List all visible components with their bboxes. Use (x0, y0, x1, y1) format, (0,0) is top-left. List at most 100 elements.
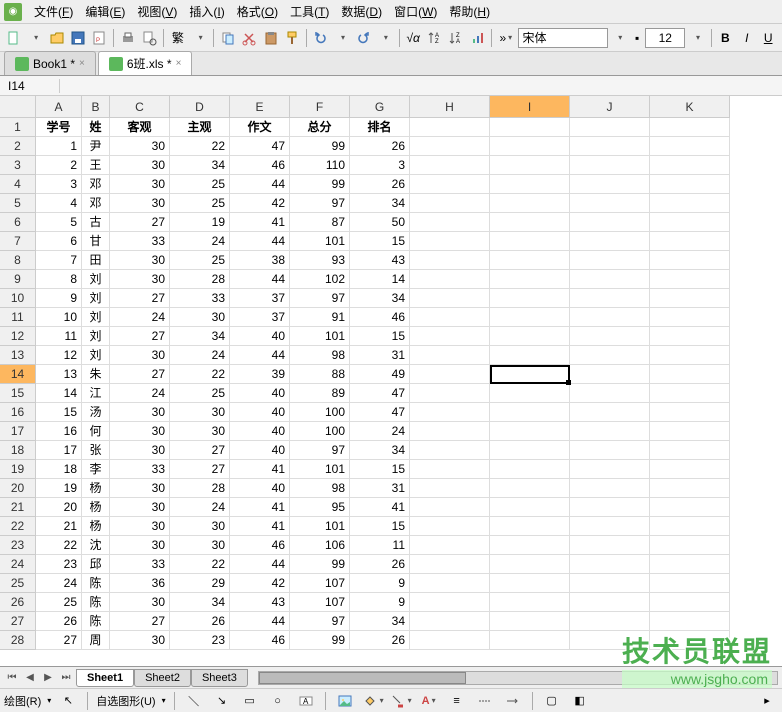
cell[interactable] (410, 346, 490, 365)
row-header[interactable]: 13 (0, 346, 36, 365)
cell[interactable]: 22 (170, 365, 230, 384)
cell[interactable]: 39 (230, 365, 290, 384)
cell[interactable] (570, 194, 650, 213)
cell[interactable]: 34 (350, 612, 410, 631)
cell[interactable] (410, 175, 490, 194)
cell[interactable] (570, 612, 650, 631)
cell[interactable]: 23 (36, 555, 82, 574)
cell[interactable]: 30 (110, 536, 170, 555)
cell[interactable]: 33 (110, 232, 170, 251)
cell[interactable]: 22 (170, 555, 230, 574)
cell[interactable] (490, 517, 570, 536)
cell[interactable]: 尹 (82, 137, 110, 156)
cell[interactable]: 刘 (82, 289, 110, 308)
cell[interactable]: 42 (230, 194, 290, 213)
cell[interactable]: 30 (110, 156, 170, 175)
cell[interactable]: 34 (170, 593, 230, 612)
cell[interactable] (490, 194, 570, 213)
cell[interactable] (490, 118, 570, 137)
cell[interactable] (490, 498, 570, 517)
cell[interactable] (410, 118, 490, 137)
cell[interactable] (570, 498, 650, 517)
cell[interactable]: 24 (350, 422, 410, 441)
cell-reference-box[interactable]: I14 (0, 79, 60, 93)
cell[interactable]: 88 (290, 365, 350, 384)
cell[interactable]: 26 (350, 631, 410, 650)
column-header[interactable]: E (230, 96, 290, 118)
column-header[interactable]: H (410, 96, 490, 118)
cell[interactable]: 11 (350, 536, 410, 555)
cell[interactable]: 张 (82, 441, 110, 460)
cell[interactable]: 30 (110, 593, 170, 612)
cell[interactable]: 97 (290, 441, 350, 460)
font-size-select[interactable] (645, 28, 685, 48)
row-header[interactable]: 10 (0, 289, 36, 308)
cell[interactable]: 30 (110, 479, 170, 498)
toolbar-options-icon[interactable]: ▸ (756, 690, 778, 712)
cell[interactable]: 101 (290, 327, 350, 346)
cell[interactable]: 24 (36, 574, 82, 593)
print-preview-icon[interactable] (140, 27, 159, 49)
cell[interactable]: 9 (350, 593, 410, 612)
shadow-icon[interactable]: ▢ (541, 690, 563, 712)
cell[interactable]: 23 (170, 631, 230, 650)
export-pdf-icon[interactable]: P (90, 27, 109, 49)
cell[interactable]: 33 (110, 555, 170, 574)
cell[interactable]: 陈 (82, 612, 110, 631)
cell[interactable]: 24 (110, 308, 170, 327)
cell[interactable]: 46 (230, 536, 290, 555)
row-header[interactable]: 18 (0, 441, 36, 460)
cut-icon[interactable] (240, 27, 259, 49)
cell[interactable]: 101 (290, 232, 350, 251)
cell[interactable] (650, 403, 730, 422)
dash-style-icon[interactable] (474, 690, 496, 712)
cell[interactable] (650, 213, 730, 232)
row-header[interactable]: 11 (0, 308, 36, 327)
cell[interactable]: 30 (170, 536, 230, 555)
cell[interactable]: 36 (110, 574, 170, 593)
paste-icon[interactable] (261, 27, 280, 49)
cell[interactable]: 26 (36, 612, 82, 631)
cell[interactable]: 30 (110, 631, 170, 650)
cell[interactable]: 刘 (82, 346, 110, 365)
menu-item[interactable]: 插入(I) (183, 1, 230, 22)
column-header[interactable]: K (650, 96, 730, 118)
cell[interactable] (490, 384, 570, 403)
cell[interactable] (410, 593, 490, 612)
cell[interactable] (650, 137, 730, 156)
cell[interactable] (410, 365, 490, 384)
cell[interactable] (490, 403, 570, 422)
cell[interactable] (410, 441, 490, 460)
formula-icon[interactable]: √α (403, 27, 422, 49)
cell[interactable]: 30 (110, 422, 170, 441)
row-header[interactable]: 24 (0, 555, 36, 574)
row-header[interactable]: 26 (0, 593, 36, 612)
rectangle-icon[interactable]: ▭ (239, 690, 261, 712)
cell[interactable]: 25 (170, 384, 230, 403)
menu-item[interactable]: 窗口(W) (388, 1, 443, 22)
cell[interactable]: 44 (230, 232, 290, 251)
cell[interactable]: 34 (350, 289, 410, 308)
cell[interactable] (570, 327, 650, 346)
row-header[interactable]: 5 (0, 194, 36, 213)
cell[interactable]: 26 (350, 555, 410, 574)
cell[interactable]: 29 (170, 574, 230, 593)
menu-item[interactable]: 格式(O) (231, 1, 284, 22)
cell[interactable] (650, 555, 730, 574)
cell[interactable]: 30 (170, 517, 230, 536)
close-icon[interactable]: × (79, 58, 85, 69)
cell[interactable]: 沈 (82, 536, 110, 555)
cell[interactable]: 40 (230, 479, 290, 498)
cell[interactable]: 12 (36, 346, 82, 365)
cell[interactable] (570, 479, 650, 498)
cell[interactable] (490, 270, 570, 289)
cell[interactable]: 24 (170, 346, 230, 365)
cell[interactable]: 15 (350, 460, 410, 479)
cell[interactable]: 27 (170, 441, 230, 460)
cell[interactable] (650, 631, 730, 650)
cell[interactable]: 周 (82, 631, 110, 650)
row-header[interactable]: 17 (0, 422, 36, 441)
cell[interactable] (410, 308, 490, 327)
cell[interactable]: 34 (350, 441, 410, 460)
cell[interactable]: 9 (350, 574, 410, 593)
